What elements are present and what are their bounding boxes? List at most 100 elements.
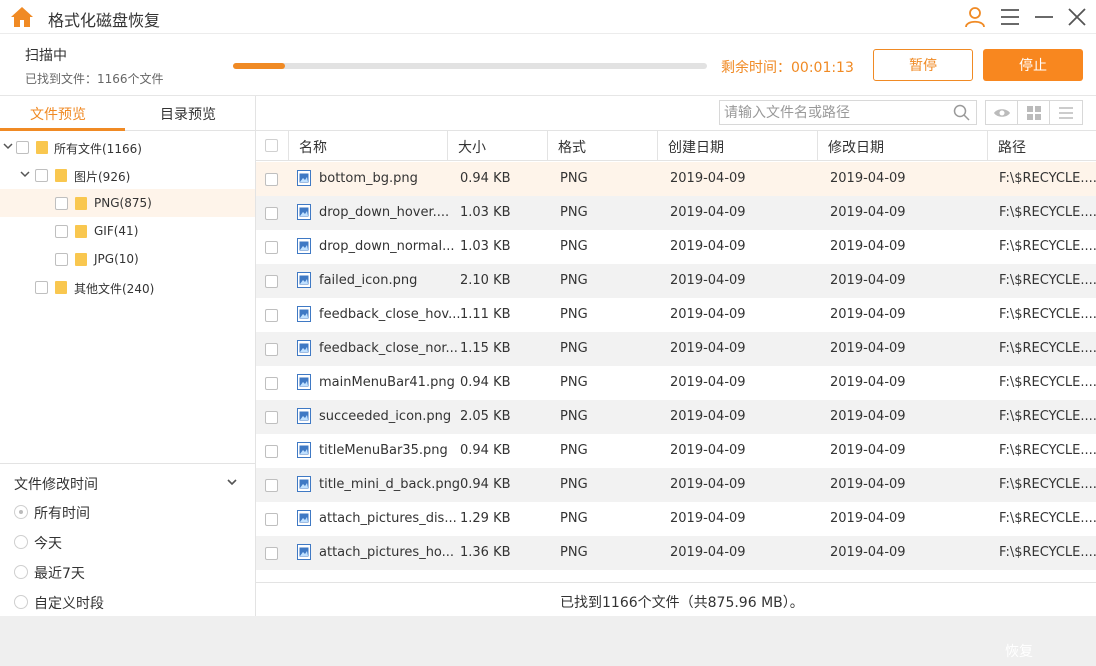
tree-item-jpg[interactable]: JPG(10) <box>0 245 255 273</box>
radio-button[interactable] <box>14 565 28 579</box>
row-checkbox[interactable] <box>265 241 278 254</box>
tree-item-label: GIF(41) <box>94 224 139 238</box>
tree-item-gif[interactable]: GIF(41) <box>0 217 255 245</box>
table-row[interactable]: attach_pictures_dis... 1.29 KB PNG 2019-04-… <box>256 502 1096 536</box>
row-checkbox[interactable] <box>265 207 278 220</box>
cell-path: F:\$RECYCLE.... <box>999 511 1096 526</box>
cell-name: bottom_bg.png <box>319 171 418 186</box>
cell-path: F:\$RECYCLE.... <box>999 307 1096 322</box>
cell-created: 2019-04-09 <box>670 477 746 492</box>
file-table: 名称 大小 格式 创建日期 修改日期 路径 bottom_bg.png 0.94 … <box>256 130 1096 582</box>
tree-checkbox[interactable] <box>35 281 48 294</box>
cell-path: F:\$RECYCLE.... <box>999 545 1096 560</box>
row-checkbox[interactable] <box>265 479 278 492</box>
header-created[interactable]: 创建日期 <box>658 131 818 161</box>
cell-name: succeeded_icon.png <box>319 409 452 424</box>
header-modified[interactable]: 修改日期 <box>818 131 988 161</box>
row-checkbox[interactable] <box>265 547 278 560</box>
header-size[interactable]: 大小 <box>448 131 548 161</box>
cell-name: titleMenuBar35.png <box>319 443 448 458</box>
image-file-icon <box>297 544 311 560</box>
row-checkbox[interactable] <box>265 173 278 186</box>
user-icon[interactable] <box>963 5 987 29</box>
header-path[interactable]: 路径 <box>988 131 1096 161</box>
tab-dir-preview[interactable]: 目录预览 <box>160 104 216 124</box>
table-row[interactable]: bottom_bg.png 0.94 KB PNG 2019-04-09 2019-04… <box>256 162 1096 196</box>
table-row[interactable]: attach_pictures_ho... 1.36 KB PNG 2019-04-0… <box>256 536 1096 570</box>
tree-item-label: 所有文件(1166) <box>54 142 142 156</box>
image-file-icon <box>297 374 311 390</box>
image-file-icon <box>297 272 311 288</box>
table-row[interactable]: failed_icon.png 2.10 KB PNG 2019-04-09 2019-… <box>256 264 1096 298</box>
cell-size: 2.05 KB <box>460 409 511 424</box>
cell-modified: 2019-04-09 <box>830 239 906 254</box>
search-input[interactable] <box>720 101 945 124</box>
table-row[interactable]: succeeded_icon.png 2.05 KB PNG 2019-04-09 20… <box>256 400 1096 434</box>
tab-file-preview[interactable]: 文件预览 <box>30 104 86 124</box>
tree-item-pictures[interactable]: 图片(926) <box>0 161 255 189</box>
radio-last-7-days[interactable]: 最近7天 <box>14 561 214 583</box>
cell-path: F:\$RECYCLE.... <box>999 477 1096 492</box>
row-checkbox[interactable] <box>265 411 278 424</box>
table-row[interactable]: feedback_close_nor... 1.15 KB PNG 2019-04-0… <box>256 332 1096 366</box>
cell-modified: 2019-04-09 <box>830 443 906 458</box>
stop-button[interactable]: 停止 <box>983 49 1083 81</box>
table-row[interactable]: feedback_close_hov... 1.11 KB PNG 2019-04-0… <box>256 298 1096 332</box>
remaining-time: 剩余时间：00:01:13 <box>721 60 854 76</box>
cell-path: F:\$RECYCLE.... <box>999 341 1096 356</box>
chevron-down-icon[interactable] <box>3 141 13 151</box>
scan-progress-bar <box>233 63 707 69</box>
cell-created: 2019-04-09 <box>670 273 746 288</box>
preview-view-button[interactable] <box>986 101 1018 124</box>
table-row[interactable]: mainMenuBar41.png 0.94 KB PNG 2019-04-09 201… <box>256 366 1096 400</box>
tree-checkbox[interactable] <box>55 197 68 210</box>
home-icon[interactable] <box>10 6 34 28</box>
row-checkbox[interactable] <box>265 445 278 458</box>
recover-button[interactable]: 恢复 <box>1005 641 1033 661</box>
row-checkbox[interactable] <box>265 377 278 390</box>
list-view-button[interactable] <box>1050 101 1082 124</box>
cell-created: 2019-04-09 <box>670 239 746 254</box>
view-mode-group <box>985 100 1083 125</box>
select-all-checkbox[interactable] <box>265 139 278 152</box>
folder-icon <box>75 197 87 210</box>
header-name[interactable]: 名称 <box>289 131 448 161</box>
modify-time-filter: 文件修改时间 所有时间 今天 最近7天 自定义时段 <box>0 463 255 616</box>
active-tab-indicator <box>0 128 125 131</box>
chevron-down-icon[interactable] <box>20 169 30 179</box>
cell-modified: 2019-04-09 <box>830 409 906 424</box>
radio-button[interactable] <box>14 535 28 549</box>
tree-item-other-files[interactable]: 其他文件(240) <box>0 273 255 301</box>
radio-custom-range[interactable]: 自定义时段 <box>14 591 214 613</box>
grid-view-button[interactable] <box>1018 101 1050 124</box>
close-icon[interactable] <box>1065 5 1089 29</box>
radio-button[interactable] <box>14 505 28 519</box>
chevron-down-icon[interactable] <box>226 477 238 487</box>
radio-all-time[interactable]: 所有时间 <box>14 501 214 523</box>
search-icon[interactable] <box>953 104 970 121</box>
cell-format: PNG <box>560 239 588 254</box>
cell-format: PNG <box>560 205 588 220</box>
tree-checkbox[interactable] <box>55 225 68 238</box>
tree-checkbox[interactable] <box>55 253 68 266</box>
menu-icon[interactable] <box>998 5 1022 29</box>
tree-item-all-files[interactable]: 所有文件(1166) <box>0 133 255 161</box>
row-checkbox[interactable] <box>265 309 278 322</box>
radio-button[interactable] <box>14 595 28 609</box>
row-checkbox[interactable] <box>265 275 278 288</box>
minimize-icon[interactable] <box>1032 5 1056 29</box>
tree-checkbox[interactable] <box>16 141 29 154</box>
header-select-all[interactable] <box>256 131 289 161</box>
row-checkbox[interactable] <box>265 513 278 526</box>
tree-checkbox[interactable] <box>35 169 48 182</box>
table-row[interactable]: drop_down_hover.... 1.03 KB PNG 2019-04-09 2… <box>256 196 1096 230</box>
cell-name: attach_pictures_ho... <box>319 545 455 560</box>
radio-today[interactable]: 今天 <box>14 531 214 553</box>
row-checkbox[interactable] <box>265 343 278 356</box>
table-row[interactable]: title_mini_d_back.png 0.94 KB PNG 2019-04-0… <box>256 468 1096 502</box>
table-row[interactable]: drop_down_normal... 1.03 KB PNG 2019-04-09 2… <box>256 230 1096 264</box>
tree-item-png[interactable]: PNG(875) <box>0 189 255 217</box>
table-row[interactable]: titleMenuBar35.png 0.94 KB PNG 2019-04-09 20… <box>256 434 1096 468</box>
pause-button[interactable]: 暂停 <box>873 49 973 81</box>
header-format[interactable]: 格式 <box>548 131 658 161</box>
